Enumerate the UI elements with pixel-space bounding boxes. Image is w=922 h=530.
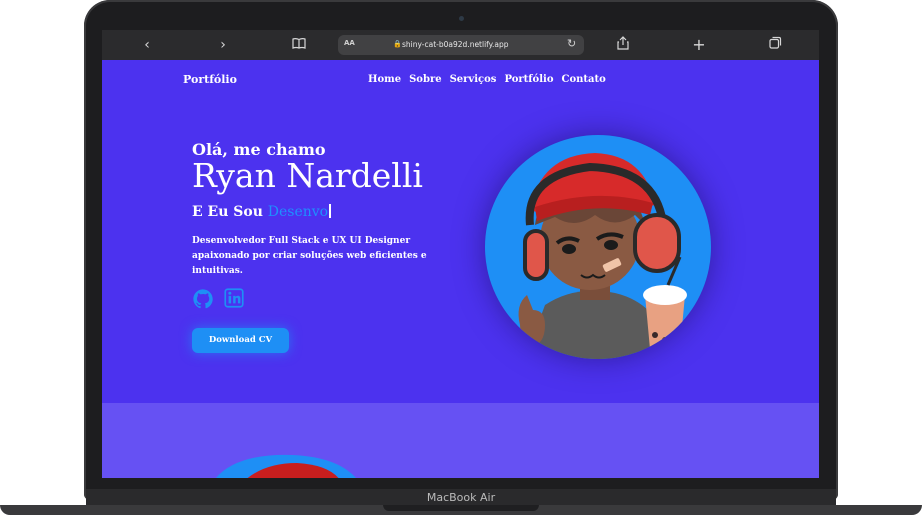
nav-servicos[interactable]: Serviços [450,74,497,85]
typing-cursor [329,204,332,218]
book-icon[interactable] [290,36,308,54]
reload-icon[interactable]: ↻ [567,37,576,50]
site-brand[interactable]: Portfólio [183,73,237,86]
role-typed-text: Desenvo [267,204,329,220]
tabs-icon[interactable] [766,36,784,54]
laptop-base: MacBook Air [0,478,922,530]
plus-icon[interactable]: + [690,36,708,54]
share-icon[interactable] [614,36,632,55]
role-prefix: E Eu Sou [192,204,263,220]
hero-name: Ryan Nardelli [192,156,423,195]
linkedin-icon[interactable] [224,288,246,310]
base-notch [383,505,539,511]
browser-toolbar: ‹ › AA 🔒 shiny-cat-b0a92d.netlify.app ↻ … [102,30,819,60]
nav-menu: Home Sobre Serviços Portfólio Contato [368,74,606,85]
nav-contato[interactable]: Contato [562,74,606,85]
about-section [102,403,819,478]
hero-role: E Eu Sou Desenvo [192,204,332,220]
site-navbar: Portfólio Home Sobre Serviços Portfólio … [102,73,819,93]
device-label: MacBook Air [426,491,496,504]
nav-portfolio[interactable]: Portfólio [504,74,553,85]
hero-description: Desenvolvedor Full Stack e UX UI Designe… [192,236,427,276]
download-cv-button[interactable]: Download CV [192,328,289,353]
back-icon[interactable]: ‹ [138,36,156,54]
avatar [485,135,711,359]
nav-home[interactable]: Home [368,74,401,85]
camera-icon [459,16,464,21]
address-bar[interactable]: AA 🔒 shiny-cat-b0a92d.netlify.app ↻ [338,35,584,55]
reader-aa-button[interactable]: AA [344,39,355,47]
browser-window: ‹ › AA 🔒 shiny-cat-b0a92d.netlify.app ↻ … [102,30,819,478]
github-icon[interactable] [192,288,214,310]
lock-icon: 🔒 [393,40,402,48]
url-text[interactable]: shiny-cat-b0a92d.netlify.app [402,40,509,49]
forward-icon[interactable]: › [214,36,232,54]
nav-sobre[interactable]: Sobre [409,74,442,85]
